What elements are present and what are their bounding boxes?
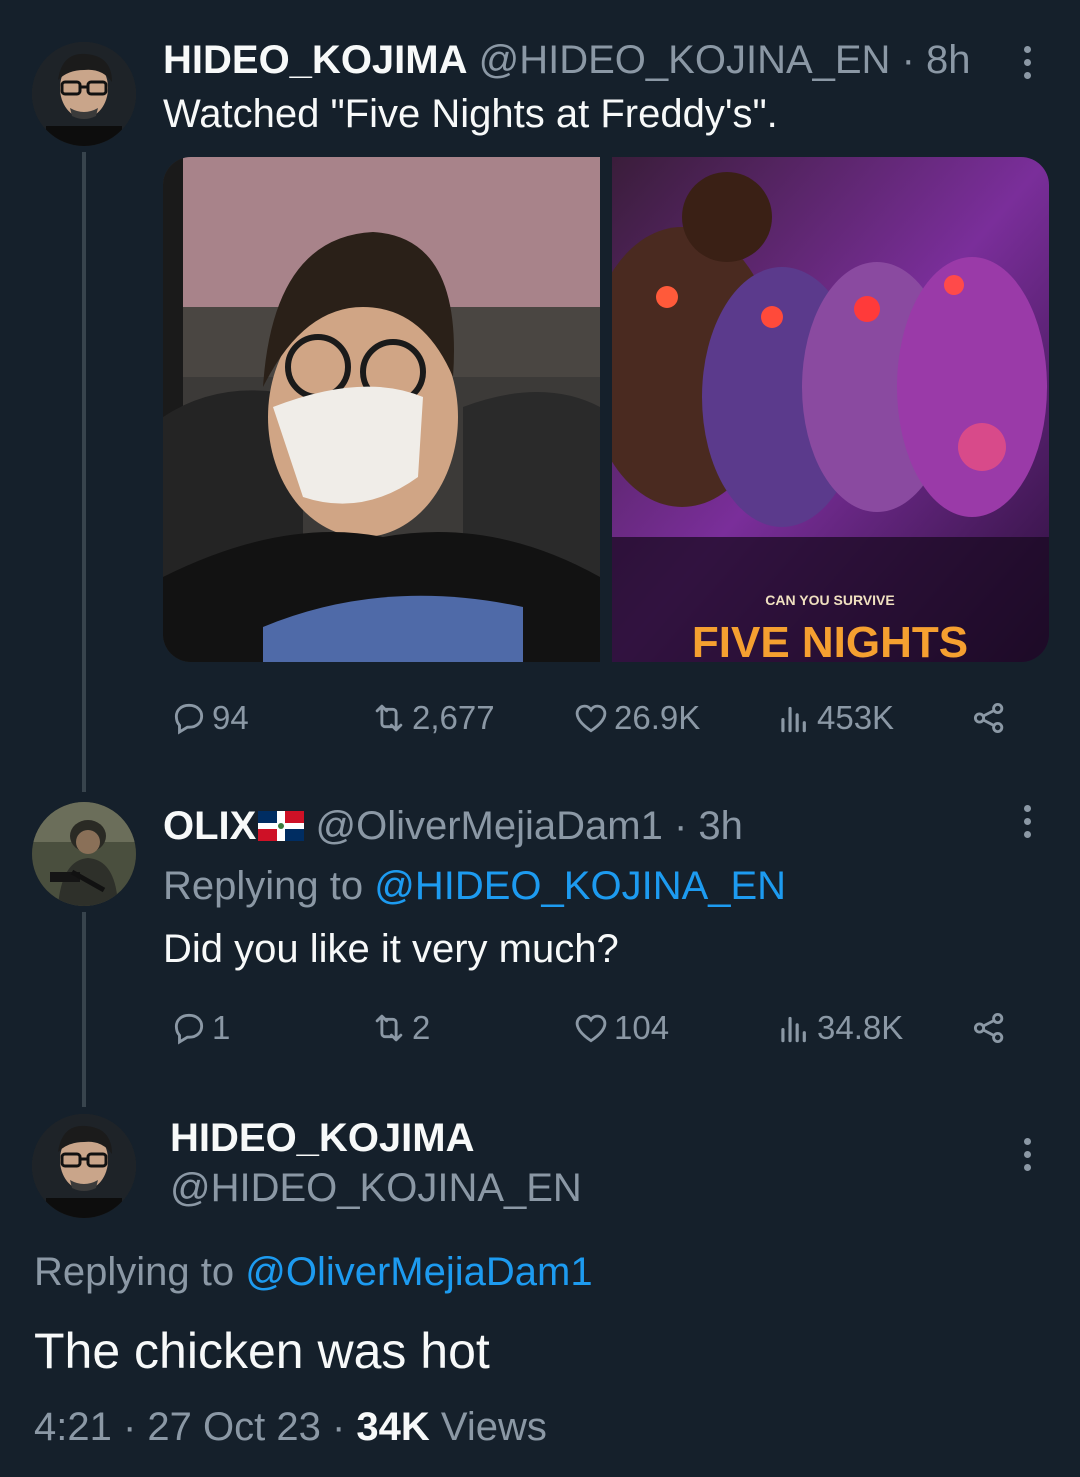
like-button[interactable]: 104 (572, 1006, 669, 1050)
tweet-datetime[interactable]: 4:21 · 27 Oct 23 · (34, 1405, 345, 1449)
view-count: 453K (817, 699, 895, 736)
display-name[interactable]: OLIX (163, 804, 256, 848)
more-options-icon[interactable] (1019, 1138, 1035, 1178)
avatar[interactable] (32, 42, 136, 146)
selfie-photo[interactable] (163, 157, 600, 662)
analytics-icon (781, 1016, 806, 1043)
user-handle[interactable]: @OliverMejiaDam1 (315, 804, 662, 848)
timestamp[interactable]: · 8h (902, 38, 971, 82)
replying-to: Replying to @OliverMejiaDam1 (34, 1250, 593, 1295)
replying-to-label: Replying to (34, 1250, 235, 1294)
heart-icon (575, 1014, 607, 1043)
reply-button[interactable]: 94 (170, 696, 249, 740)
poster-title: FIVE NIGHTS (692, 618, 968, 662)
replying-to: Replying to @HIDEO_KOJINA_EN (163, 864, 786, 909)
avatar[interactable] (32, 802, 136, 906)
timestamp[interactable]: · 3h (674, 804, 743, 848)
share-icon (973, 702, 1004, 734)
more-options-icon[interactable] (1019, 46, 1035, 86)
reply-icon (174, 1013, 204, 1045)
reply-count: 94 (212, 699, 249, 736)
repost-count: 2 (412, 1009, 431, 1046)
tweet-text: The chicken was hot (34, 1323, 490, 1379)
avatar[interactable] (32, 1114, 136, 1218)
movie-poster[interactable]: CAN YOU SURVIVE FIVE NIGHTS (612, 157, 1049, 662)
display-name[interactable]: HIDEO_KOJIMA (163, 38, 468, 82)
replying-to-label: Replying to (163, 864, 364, 908)
thread-line (82, 912, 86, 1107)
reply-count: 1 (212, 1009, 231, 1046)
display-name-text: HIDEO_KOJIMA (170, 1116, 475, 1160)
more-options-icon[interactable] (1019, 805, 1035, 845)
view-count: 34.8K (817, 1009, 904, 1046)
tweet-text: Watched "Five Nights at Freddy's". (163, 92, 778, 136)
views-button[interactable]: 453K (775, 696, 894, 740)
tweet-header: OLIX @OliverMejiaDam1 · 3h (163, 804, 743, 849)
reply-icon (174, 703, 204, 735)
like-count: 26.9K (614, 699, 701, 736)
thread-line (82, 152, 86, 792)
views-label: Views (440, 1405, 547, 1449)
tweet-thread: HIDEO_KOJIMA @HIDEO_KOJINA_EN · 8h Watch… (0, 0, 1080, 1477)
views-button[interactable]: 34.8K (775, 1006, 903, 1050)
poster-tagline: CAN YOU SURVIVE (765, 592, 894, 608)
repost-icon (375, 1014, 403, 1042)
share-button[interactable] (970, 696, 1012, 740)
analytics-icon (781, 706, 806, 733)
tweet-media[interactable]: CAN YOU SURVIVE FIVE NIGHTS (163, 157, 1049, 662)
dominican-republic-flag-icon (258, 811, 305, 841)
replying-to-handle[interactable]: @OliverMejiaDam1 (245, 1250, 592, 1294)
repost-button[interactable]: 2,677 (370, 696, 495, 740)
tweet-header: HIDEO_KOJIMA @HIDEO_KOJINA_EN · 8h (163, 38, 971, 83)
user-handle[interactable]: @HIDEO_KOJINA_EN (479, 38, 891, 82)
tweet-meta: 4:21 · 27 Oct 23 · 34K Views (34, 1405, 547, 1450)
repost-button[interactable]: 2 (370, 1006, 430, 1050)
tweet-text: Did you like it very much? (163, 927, 619, 971)
like-count: 104 (614, 1009, 670, 1046)
share-icon (973, 1012, 1004, 1044)
repost-count: 2,677 (412, 699, 495, 736)
user-handle[interactable]: @HIDEO_KOJINA_EN (170, 1166, 582, 1211)
display-name[interactable]: HIDEO_KOJIMA (170, 1116, 475, 1161)
replying-to-handle[interactable]: @HIDEO_KOJINA_EN (374, 864, 786, 908)
share-button[interactable] (970, 1006, 1012, 1050)
views-count: 34K (356, 1405, 430, 1449)
like-button[interactable]: 26.9K (572, 696, 700, 740)
heart-icon (575, 704, 607, 733)
reply-button[interactable]: 1 (170, 1006, 230, 1050)
repost-icon (375, 704, 403, 732)
